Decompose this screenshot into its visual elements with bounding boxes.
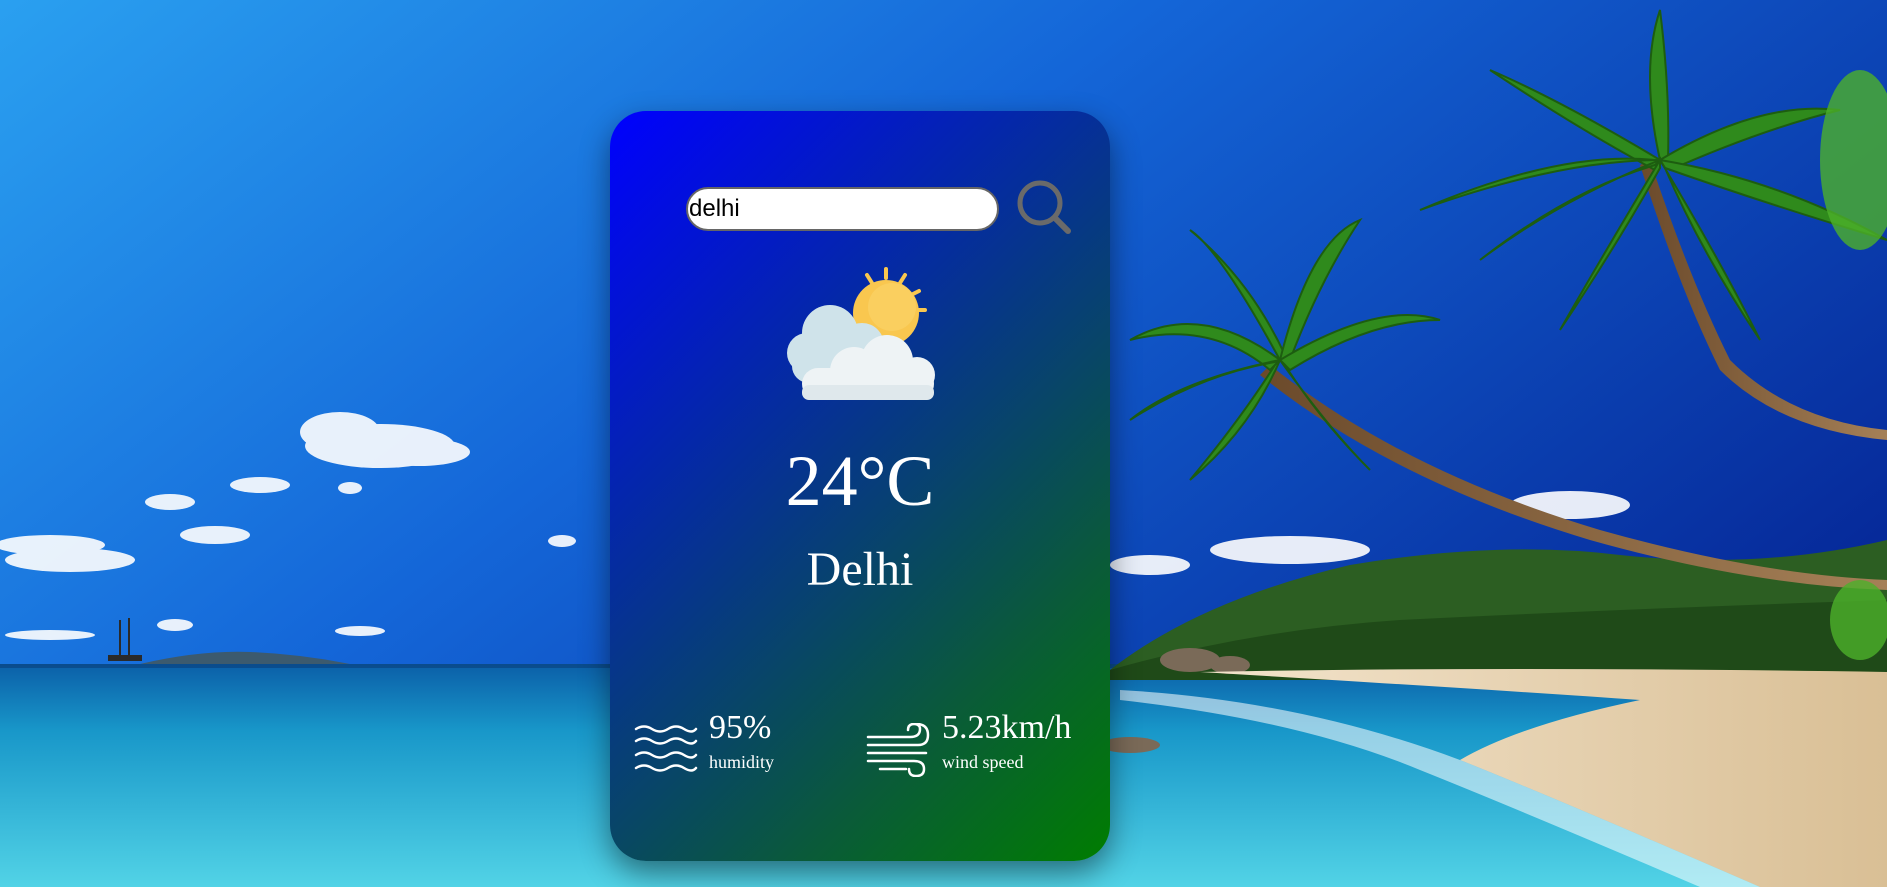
waves-icon (634, 725, 698, 772)
temperature: 24°C (785, 441, 935, 521)
search-icon (1017, 180, 1071, 234)
weather-card: 24°C Delhi 95% humidity (610, 111, 1110, 861)
humidity-detail: 95% humidity (634, 711, 804, 781)
wind-speed-value: 5.23km/h (942, 709, 1072, 746)
wind-speed-label: wind speed (942, 752, 1024, 772)
wind-detail: 5.23km/h wind speed (866, 711, 1106, 781)
page: 24°C Delhi 95% humidity (0, 0, 1887, 887)
humidity-label: humidity (709, 752, 775, 772)
humidity-value: 95% (709, 709, 772, 746)
search-button[interactable] (1016, 179, 1076, 239)
city-name: Delhi (806, 543, 914, 596)
city-search-input[interactable] (686, 187, 999, 231)
wind-icon (866, 723, 930, 777)
partly-cloudy-icon (782, 263, 942, 413)
